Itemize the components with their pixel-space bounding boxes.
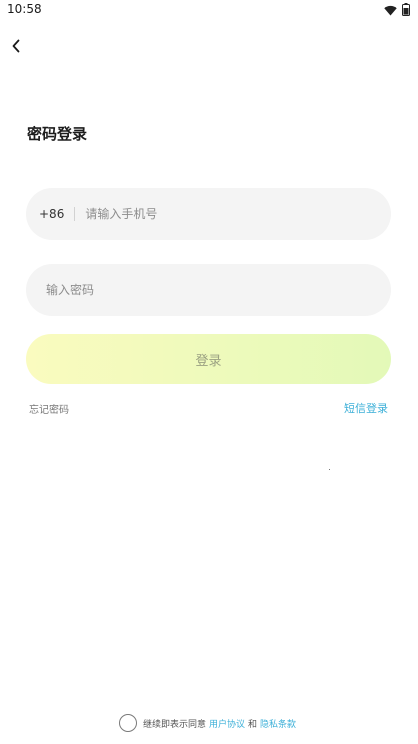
country-code[interactable]: +86 — [39, 207, 64, 221]
page-title: 密码登录 — [27, 125, 88, 143]
login-button[interactable]: 登录 — [26, 334, 391, 384]
agreement-and: 和 — [248, 719, 258, 730]
privacy-policy-link[interactable]: 隐私条款 — [260, 717, 296, 730]
agreement-row: 继续即表示同意 用户协议 和 隐私条款 — [119, 714, 299, 732]
password-field[interactable] — [26, 264, 391, 316]
battery-icon — [402, 1, 410, 20]
forgot-password-link[interactable]: 忘记密码 — [29, 401, 69, 416]
agreement-prefix: 继续即表示同意 — [143, 719, 207, 730]
password-input[interactable] — [46, 264, 391, 316]
user-agreement-link[interactable]: 用户协议 — [209, 717, 245, 730]
status-time: 10:58 — [7, 2, 42, 16]
wifi-icon — [384, 1, 397, 20]
phone-field[interactable]: +86 — [26, 188, 391, 240]
back-button[interactable] — [6, 37, 26, 57]
status-bar: 10:58 — [0, 0, 418, 20]
status-icons — [384, 1, 410, 20]
dot-artifact — [329, 469, 330, 470]
sms-login-link[interactable]: 短信登录 — [344, 400, 388, 416]
phone-input[interactable] — [85, 188, 391, 240]
chevron-left-icon — [11, 38, 21, 57]
agree-checkbox[interactable] — [119, 714, 137, 732]
country-code-divider — [74, 207, 76, 221]
